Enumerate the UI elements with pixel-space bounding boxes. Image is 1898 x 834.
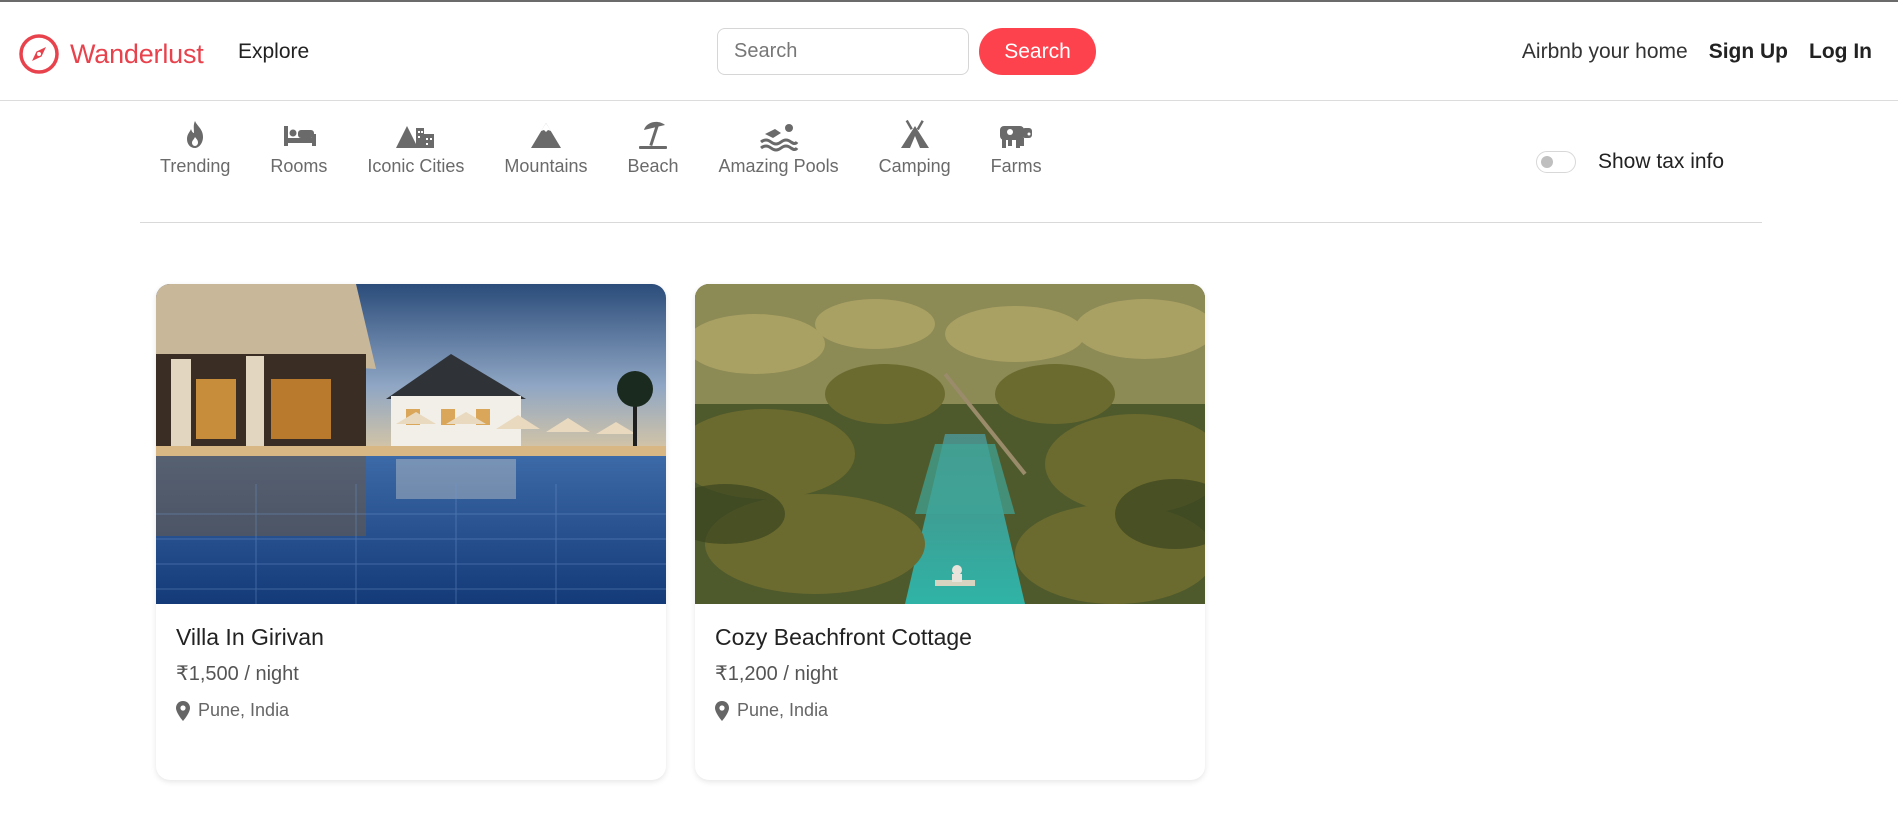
mountain-icon: [530, 123, 561, 148]
brand-link[interactable]: Wanderlust: [18, 32, 204, 76]
card-body: Cozy Beachfront Cottage ₹1,200 / night P…: [695, 604, 1205, 721]
filter-label: Farms: [990, 156, 1042, 176]
filter-label: Trending: [160, 156, 231, 176]
location-text: Pune, India: [198, 700, 290, 720]
compass-icon: [19, 34, 59, 74]
bed-icon: [283, 126, 316, 146]
listing-location: Pune, India: [715, 700, 1185, 721]
tax-toggle[interactable]: Show tax info: [1536, 150, 1724, 174]
brand-name: Wanderlust: [70, 38, 204, 69]
fire-icon: [187, 121, 204, 148]
filter-iconic-cities[interactable]: Iconic Cities: [367, 118, 464, 177]
location-text: Pune, India: [737, 700, 829, 720]
filter-label: Mountains: [504, 156, 588, 176]
tax-switch[interactable]: [1536, 151, 1576, 173]
filter-amazing-pools[interactable]: Amazing Pools: [719, 118, 839, 177]
filter-farms[interactable]: Farms: [991, 118, 1042, 177]
search-form: Search: [717, 28, 1096, 75]
switch-knob: [1541, 156, 1553, 168]
explore-link[interactable]: Explore: [238, 40, 309, 64]
filter-bar: Trending Rooms Iconic Cities Mountains B…: [160, 118, 1042, 177]
filter-rooms[interactable]: Rooms: [270, 118, 327, 177]
filter-divider: [140, 222, 1762, 223]
filter-label: Beach: [627, 156, 679, 176]
tax-toggle-label: Show tax info: [1598, 150, 1725, 173]
cow-icon: [1000, 126, 1033, 148]
filter-trending[interactable]: Trending: [160, 118, 230, 177]
filter-label: Iconic Cities: [367, 156, 465, 176]
listing-location: Pune, India: [176, 700, 646, 721]
palm-lagoon-photo: [695, 284, 1205, 604]
location-pin-icon: [176, 700, 190, 721]
swimmer-icon: [759, 124, 798, 152]
search-button[interactable]: Search: [979, 28, 1096, 75]
filter-label: Amazing Pools: [718, 156, 839, 176]
signup-link[interactable]: Sign Up: [1709, 40, 1788, 64]
nav-right: Airbnb your home Sign Up Log In: [1522, 40, 1872, 64]
filter-mountains[interactable]: Mountains: [504, 118, 587, 177]
filter-camping[interactable]: Camping: [879, 118, 951, 177]
listing-card[interactable]: Villa In Girivan ₹1,500 / night Pune, In…: [156, 284, 666, 780]
tent-icon: [900, 119, 929, 148]
card-body: Villa In Girivan ₹1,500 / night Pune, In…: [156, 604, 666, 721]
location-pin-icon: [715, 700, 729, 721]
filter-beach[interactable]: Beach: [627, 118, 679, 177]
search-input[interactable]: [717, 28, 969, 75]
listing-price: ₹1,500 / night: [176, 663, 299, 685]
listing-card[interactable]: Cozy Beachfront Cottage ₹1,200 / night P…: [695, 284, 1205, 780]
listing-title: Villa In Girivan: [176, 624, 324, 650]
navbar: Wanderlust Explore Search Airbnb your ho…: [0, 2, 1898, 101]
resort-pool-photo: [156, 284, 666, 604]
login-link[interactable]: Log In: [1809, 40, 1872, 64]
mountain-city-icon: [395, 126, 434, 148]
filter-label: Rooms: [270, 156, 328, 176]
filter-label: Camping: [878, 156, 951, 176]
umbrella-beach-icon: [639, 121, 667, 149]
listing-title: Cozy Beachfront Cottage: [715, 624, 972, 650]
listing-price: ₹1,200 / night: [715, 663, 838, 685]
airbnb-your-home-link[interactable]: Airbnb your home: [1522, 40, 1688, 64]
